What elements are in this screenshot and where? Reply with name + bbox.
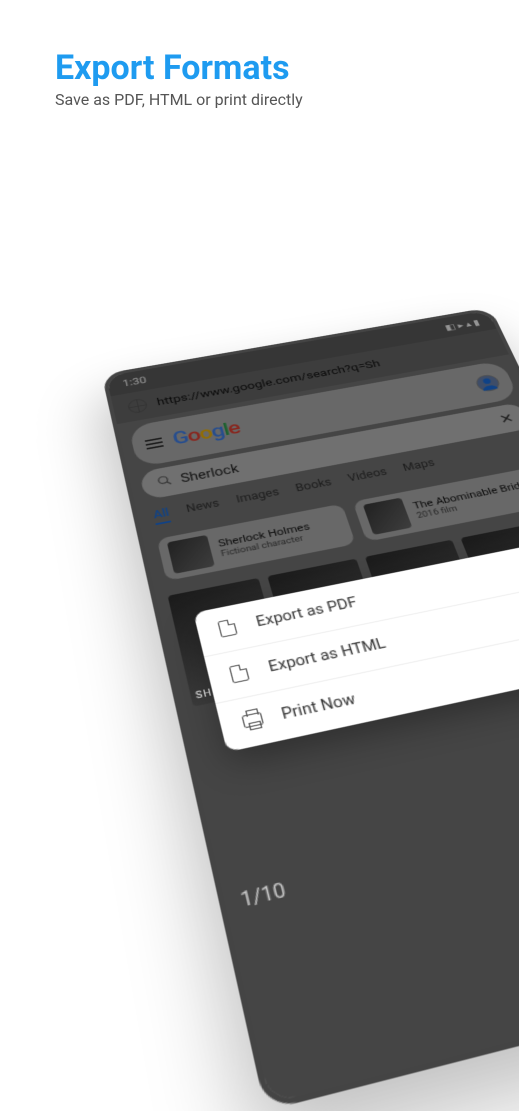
card-thumb (167, 535, 215, 574)
tab-books[interactable]: Books (294, 476, 335, 498)
tab-all[interactable]: All (152, 506, 171, 525)
export-pdf-label: Export as PDF (254, 595, 359, 630)
export-html-label: Export as HTML (267, 636, 388, 676)
tab-images[interactable]: Images (235, 486, 282, 509)
google-logo: Google (169, 414, 243, 454)
search-query: Sherlock (179, 462, 240, 485)
tab-news[interactable]: News (185, 497, 222, 519)
status-icons: ◧ ▸ ▴ ▮ (443, 318, 481, 332)
tab-videos[interactable]: Videos (346, 466, 390, 488)
status-time: 1:30 (122, 375, 148, 389)
html-icon (229, 662, 255, 684)
card-thumb (363, 498, 413, 535)
rating-text: 1/10 (238, 878, 288, 912)
search-icon (156, 473, 175, 490)
print-icon (241, 709, 268, 732)
menu-icon[interactable] (145, 437, 164, 449)
clear-icon[interactable]: ✕ (497, 410, 517, 427)
avatar[interactable] (473, 373, 502, 392)
tab-maps[interactable]: Maps (401, 457, 438, 478)
hero-subtitle: Save as PDF, HTML or print directly (55, 90, 303, 109)
hero-title: Export Formats (55, 48, 290, 88)
pdf-icon (217, 618, 242, 639)
phone-mockup: 1:30 ◧ ▸ ▴ ▮ https://www.google.com/sear… (100, 340, 519, 1060)
print-now-label: Print Now (280, 691, 358, 723)
globe-icon (127, 398, 149, 414)
